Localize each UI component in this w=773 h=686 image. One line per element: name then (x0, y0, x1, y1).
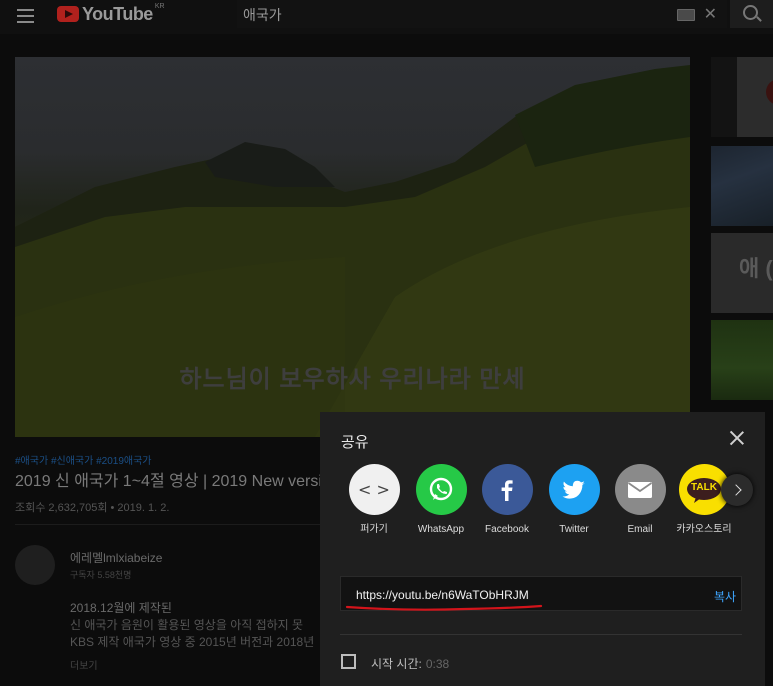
start-time-value[interactable]: 0:38 (426, 657, 449, 671)
twitter-icon (548, 464, 600, 515)
next-arrow-button[interactable] (721, 474, 753, 506)
hamburger-menu-icon[interactable] (17, 9, 34, 23)
embed-icon: < > (348, 464, 400, 515)
clear-search-icon[interactable]: ✕ (704, 4, 717, 24)
hashtags[interactable]: #애국가 #신애국가 #2019애국가 (15, 452, 152, 467)
logo-text: YouTube (82, 3, 153, 24)
view-count: 조회수 2,632,705회 • 2019. 1. 2. (15, 502, 170, 514)
video-player[interactable]: 하느님이 보우하사 우리나라 만세 (15, 57, 690, 437)
whatsapp-icon (415, 464, 467, 515)
facebook-icon (481, 464, 533, 515)
share-embed-button[interactable]: < > 퍼가기 (344, 464, 404, 537)
show-more-link[interactable]: 더보기 (70, 657, 98, 672)
start-time-label: 시작 시간: 0:38 (371, 655, 449, 672)
channel-avatar[interactable] (15, 545, 55, 585)
share-target-label: Facebook (485, 524, 529, 535)
video-subtitle: 하느님이 보우하사 우리나라 만세 (179, 366, 526, 393)
description-line: 신 애국가 음원이 활용된 영상을 아직 접하지 못 (70, 618, 304, 632)
start-time-text: 시작 시간: (371, 657, 422, 671)
embed-glyph: < > (358, 480, 390, 499)
start-time-checkbox[interactable] (341, 654, 356, 669)
share-target-label: Email (627, 524, 653, 535)
channel-name[interactable]: 에레멜lmlxiabeize (70, 549, 162, 566)
youtube-play-icon (57, 6, 79, 22)
related-video-thumbnail[interactable] (711, 57, 773, 137)
related-video-thumbnail[interactable]: 애 ( (711, 233, 773, 313)
description-line: 2018.12월에 제작된 (70, 601, 172, 615)
share-target-label: 카카오스토리 (676, 524, 732, 535)
red-underline-annotation (345, 604, 543, 611)
share-title: 공유 (341, 434, 369, 451)
copy-button[interactable]: 복사 (714, 588, 736, 605)
share-target-label: Twitter (559, 524, 589, 535)
close-icon[interactable] (729, 430, 745, 446)
related-video-thumbnail[interactable] (711, 320, 773, 400)
email-icon (614, 464, 666, 515)
share-facebook-button[interactable]: Facebook (477, 464, 537, 537)
subscriber-count: 구독자 5.58천명 (70, 570, 132, 580)
search-icon (743, 5, 758, 20)
search-button[interactable] (730, 0, 773, 28)
search-input[interactable]: 애국가 ✕ (237, 0, 727, 28)
share-url: https://youtu.be/n6WaTObHRJM (356, 588, 529, 602)
divider (15, 524, 320, 525)
region-code: KR (154, 2, 165, 10)
share-twitter-button[interactable]: Twitter (544, 464, 604, 537)
related-video-thumbnail[interactable] (711, 146, 773, 226)
top-bar: YouTube KR 애국가 ✕ (0, 0, 773, 34)
thumbnail-text: 애 ( (739, 256, 773, 281)
share-email-button[interactable]: Email (610, 464, 670, 537)
share-target-label: WhatsApp (417, 524, 465, 535)
youtube-logo[interactable]: YouTube KR (57, 3, 165, 25)
share-target-label: 퍼가기 (360, 524, 388, 535)
keyboard-icon[interactable] (677, 9, 695, 21)
search-value: 애국가 (243, 7, 282, 23)
divider (340, 634, 742, 635)
share-dialog: 공유 < > 퍼가기 WhatsApp Facebook Twitter Ema… (320, 412, 765, 686)
description-line: KBS 제작 애국가 영상 중 2015년 버전과 2018년 (70, 635, 315, 649)
share-whatsapp-button[interactable]: WhatsApp (411, 464, 471, 537)
video-title: 2019 신 애국가 1~4절 영상 | 2019 New versi (15, 473, 322, 490)
